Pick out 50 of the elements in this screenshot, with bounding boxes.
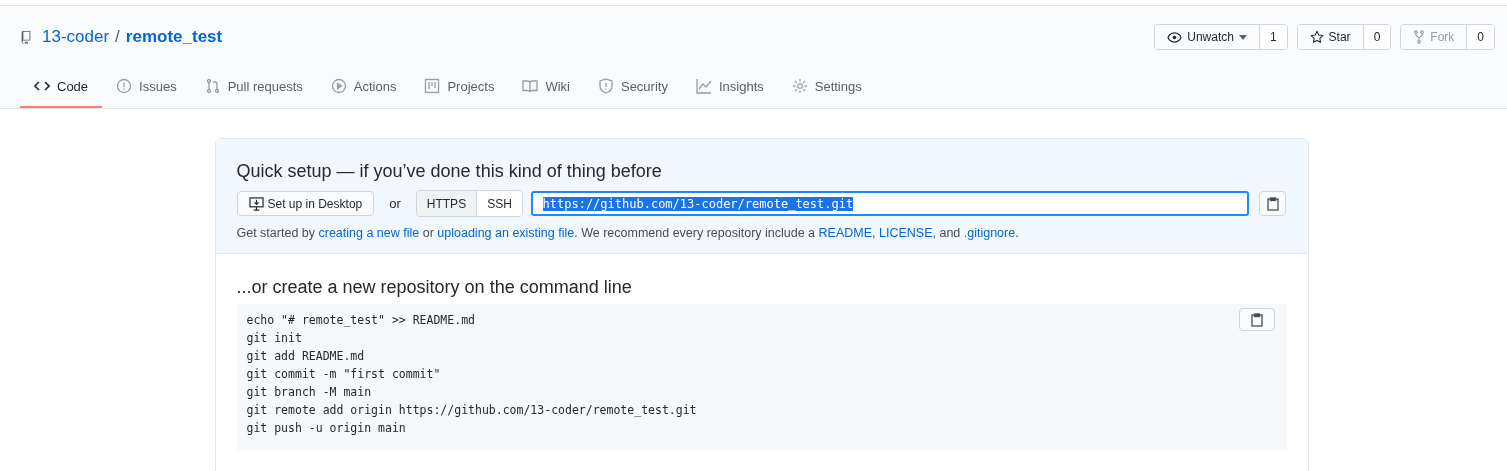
caret-icon: [1238, 34, 1247, 40]
star-icon: [1309, 30, 1324, 44]
repo-tab[interactable]: Issues: [102, 70, 191, 108]
setup-hint: Get started by creating a new file or uploading an existing file. We recommend every repository include a README, LICENSE, and .gitignore.: [236, 226, 1020, 240]
clipboard-icon: [1250, 312, 1263, 327]
repo-tab[interactable]: Pull requests: [190, 70, 317, 108]
star-button[interactable]: Star: [1297, 25, 1364, 49]
code-line: git push -u origin main: [246, 420, 406, 437]
fork-icon: [1413, 30, 1426, 44]
shield-icon: [597, 78, 614, 94]
clone-url-field[interactable]: https://github.com/13-coder/remote_test.git: [530, 191, 1249, 216]
count-link[interactable]: 0: [1363, 25, 1391, 49]
owner-link[interactable]: 13-coder: [42, 27, 110, 47]
issue-icon: [116, 78, 133, 94]
repo-tab[interactable]: Code: [20, 70, 103, 108]
path-separator: /: [115, 27, 120, 47]
repo-icon: [20, 30, 32, 44]
command-line-heading: ...or create a new repository on the command line: [236, 277, 633, 298]
project-icon: [424, 78, 441, 94]
quick-setup-heading: Quick setup — if you’ve done this kind of thing before: [236, 161, 663, 182]
repo-tab[interactable]: Insights: [681, 70, 778, 108]
copy-button[interactable]: [1258, 191, 1287, 216]
graph-icon: [695, 78, 712, 94]
repo-name-link[interactable]: remote_test: [125, 27, 223, 47]
protocol-button[interactable]: HTTPS: [416, 191, 477, 216]
code-line: git branch -M main: [246, 384, 372, 401]
hint-link[interactable]: creating a new file: [318, 226, 420, 240]
clipboard-icon: [1266, 196, 1279, 211]
pr-icon: [204, 78, 221, 94]
count-link[interactable]: 1: [1259, 25, 1287, 49]
repo-tab[interactable]: Settings: [777, 70, 876, 108]
code-line: git init: [246, 330, 302, 347]
or-text: or: [389, 196, 401, 211]
desktop-icon: [248, 196, 264, 211]
code-line: git add README.md: [246, 348, 365, 365]
repo-tab[interactable]: Projects: [410, 70, 509, 108]
repo-tab[interactable]: Security: [583, 70, 682, 108]
repo-tab[interactable]: Wiki: [508, 70, 584, 108]
book-icon: [522, 78, 539, 94]
copy-button[interactable]: [1238, 308, 1275, 331]
protocol-button[interactable]: SSH: [476, 191, 522, 216]
play-icon: [330, 78, 347, 94]
repo-tab[interactable]: Actions: [316, 70, 411, 108]
eye-icon: [1167, 31, 1183, 43]
desktop-button[interactable]: Set up in Desktop: [236, 191, 375, 216]
code-line: git commit -m "first commit": [246, 366, 441, 383]
gear-icon: [791, 78, 808, 94]
code-line: echo "# remote_test" >> README.md: [246, 312, 475, 329]
eye-button[interactable]: Unwatch: [1155, 25, 1260, 49]
code-line: git remote add origin https://github.com/13-coder/remote_test.git: [246, 402, 697, 419]
